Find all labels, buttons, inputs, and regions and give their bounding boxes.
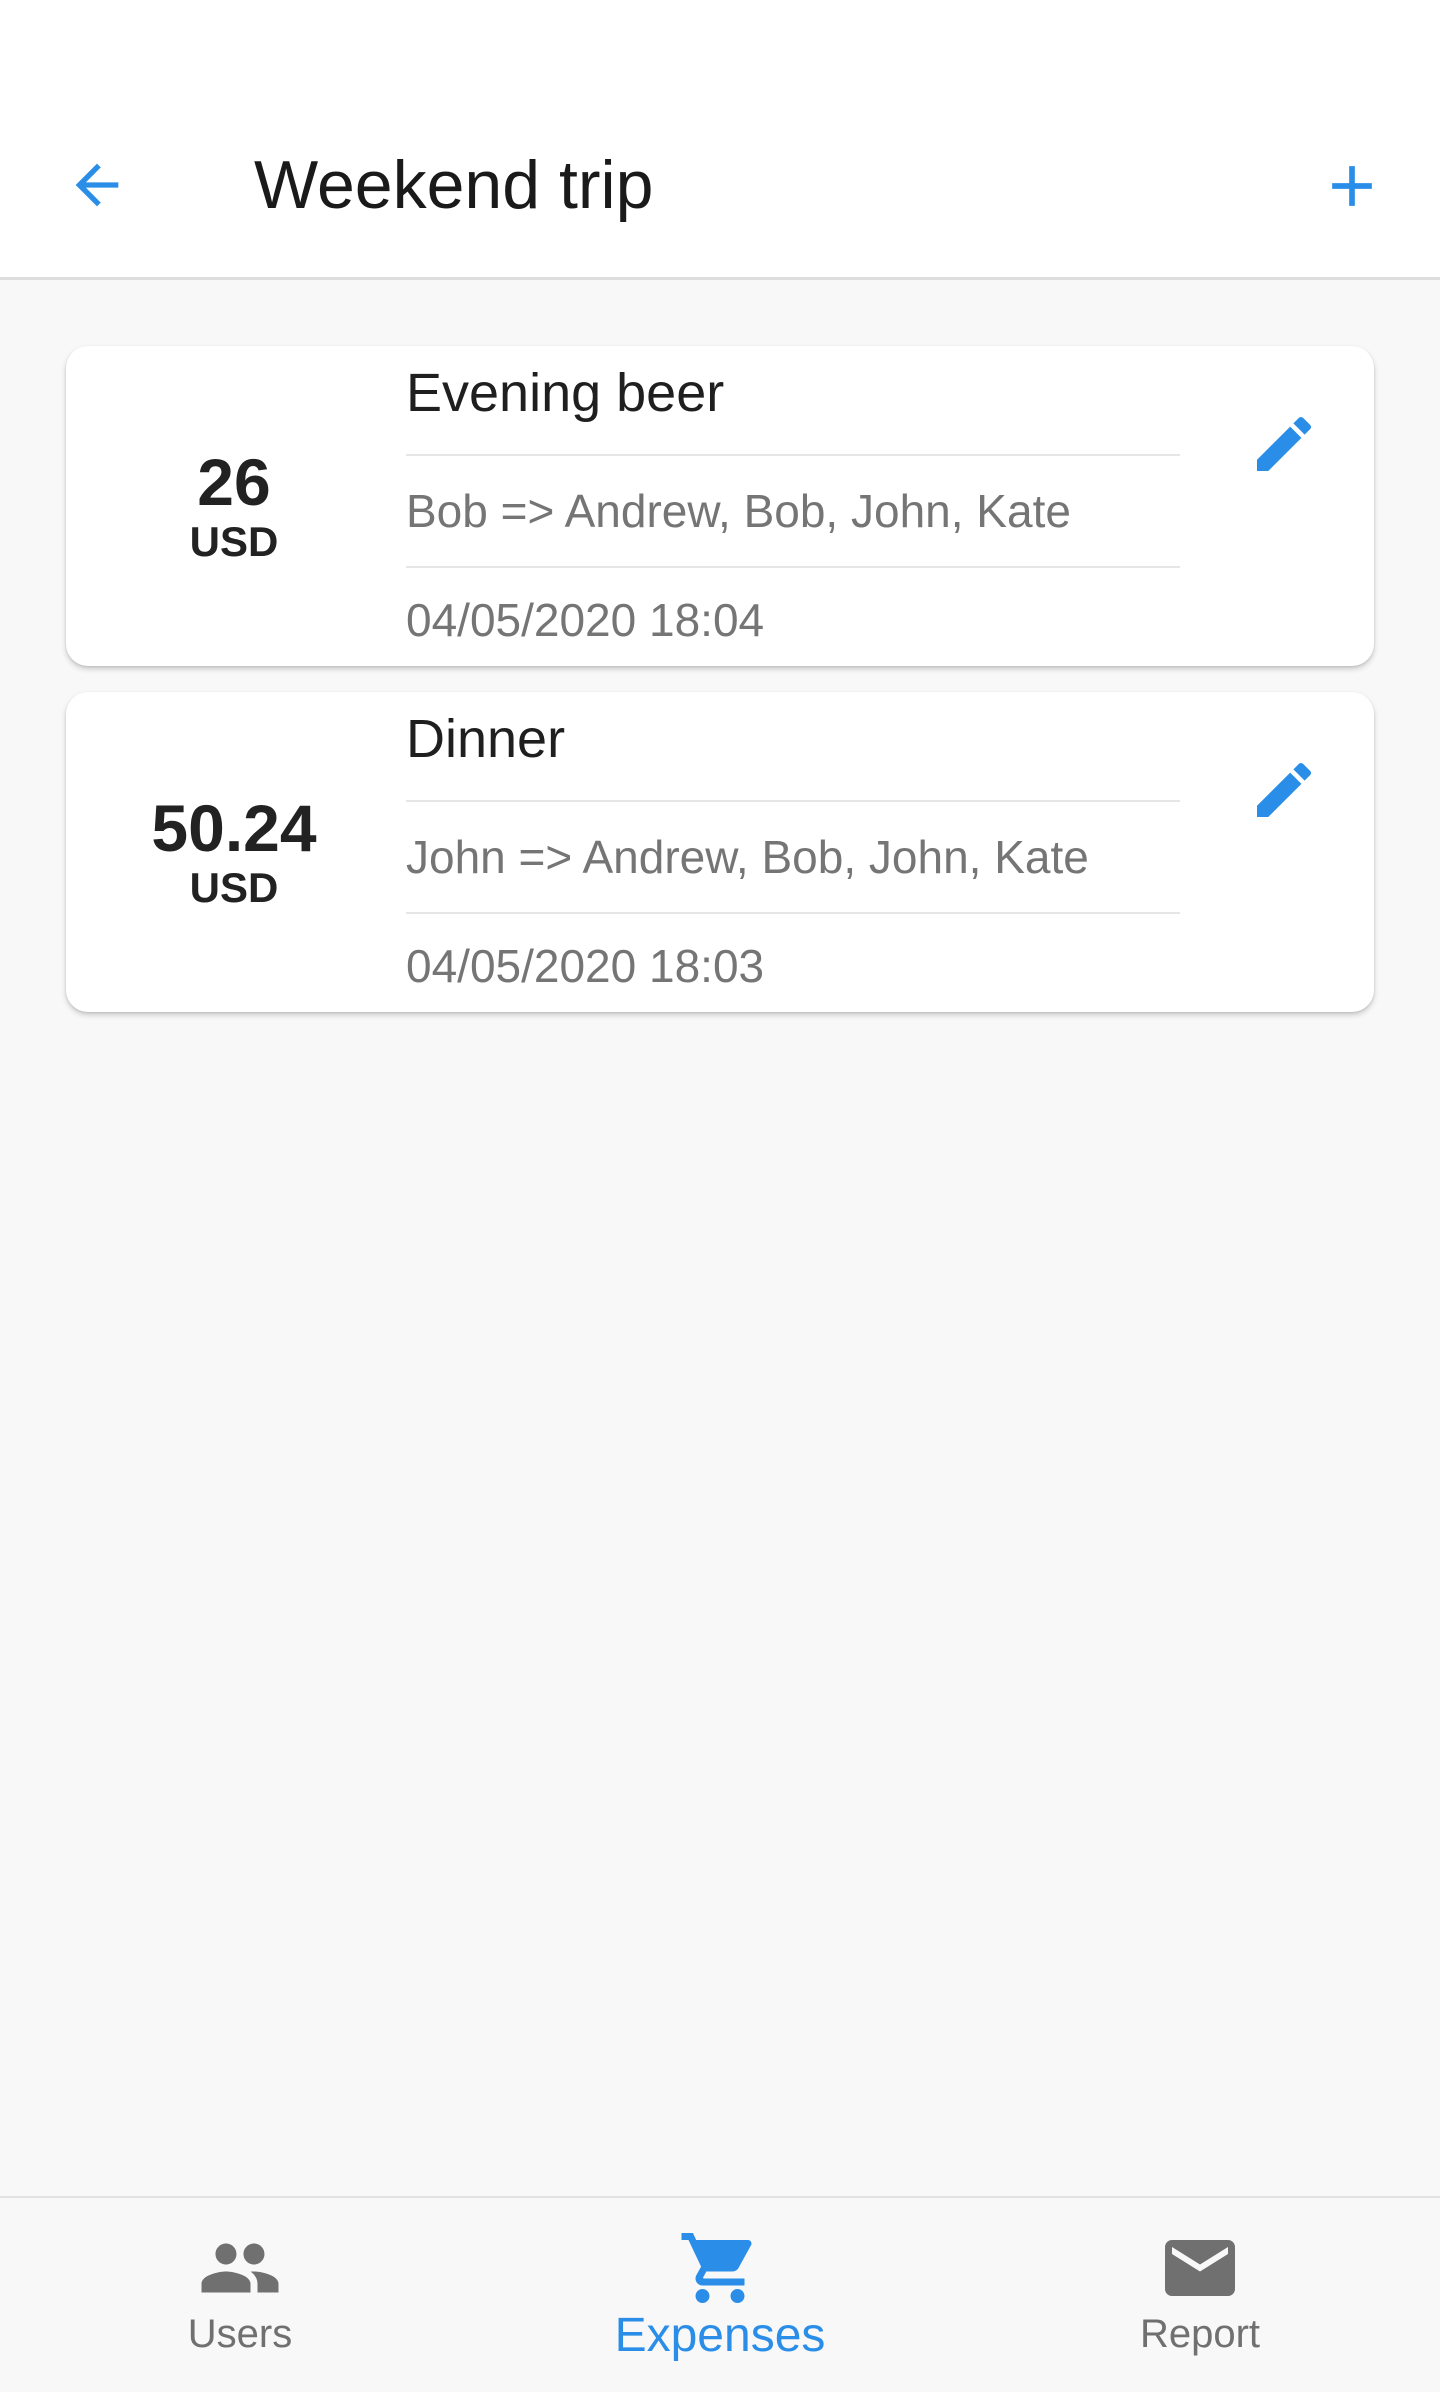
expense-members: John => Andrew, Bob, John, Kate — [406, 802, 1180, 914]
expense-currency: USD — [189, 518, 279, 565]
expense-members: Bob => Andrew, Bob, John, Kate — [406, 456, 1180, 568]
amount-block: 50.24 USD — [66, 692, 402, 1012]
nav-label-expenses: Expenses — [614, 2309, 826, 2362]
expense-amount: 50.24 — [151, 791, 317, 865]
expense-title: Evening beer — [406, 346, 1180, 456]
app-bar: Weekend trip — [0, 0, 1440, 280]
arrow-back-icon — [75, 163, 119, 207]
nav-label-users: Users — [187, 2312, 293, 2356]
nav-item-report[interactable]: Report — [960, 2198, 1440, 2392]
expense-title: Dinner — [406, 692, 1180, 802]
expense-date: 04/05/2020 18:04 — [406, 594, 765, 646]
mail-icon — [1158, 2232, 1242, 2304]
back-button[interactable] — [52, 140, 142, 230]
nav-item-users[interactable]: Users — [0, 2198, 480, 2392]
nav-label-report: Report — [1139, 2312, 1261, 2356]
expense-info: Evening beer Bob => Andrew, Bob, John, K… — [406, 346, 1180, 664]
expense-list: 26 USD Evening beer Bob => Andrew, Bob, … — [66, 346, 1374, 1038]
cart-icon — [678, 2232, 762, 2304]
bottom-navigation: Users Expenses Report — [0, 2196, 1440, 2392]
expenses-screen: Weekend trip 26 USD Evening beer Bob => … — [0, 0, 1440, 2392]
expense-card[interactable]: 26 USD Evening beer Bob => Andrew, Bob, … — [66, 346, 1374, 666]
nav-item-expenses[interactable]: Expenses — [480, 2198, 960, 2392]
expense-card[interactable]: 50.24 USD Dinner John => Andrew, Bob, Jo… — [66, 692, 1374, 1012]
expense-date: 04/05/2020 18:03 — [406, 940, 765, 992]
plus-icon — [1332, 166, 1372, 206]
pencil-icon — [1257, 416, 1312, 471]
expense-currency: USD — [189, 864, 279, 911]
page-title: Weekend trip — [254, 147, 654, 223]
expense-info: Dinner John => Andrew, Bob, John, Kate 0… — [406, 692, 1180, 1010]
amount-block: 26 USD — [66, 346, 402, 666]
edit-expense-button[interactable] — [1244, 750, 1324, 830]
add-expense-button[interactable] — [1304, 138, 1400, 234]
expense-amount: 26 — [197, 445, 271, 519]
users-icon — [198, 2232, 282, 2304]
pencil-icon — [1257, 762, 1312, 817]
edit-expense-button[interactable] — [1244, 404, 1324, 484]
